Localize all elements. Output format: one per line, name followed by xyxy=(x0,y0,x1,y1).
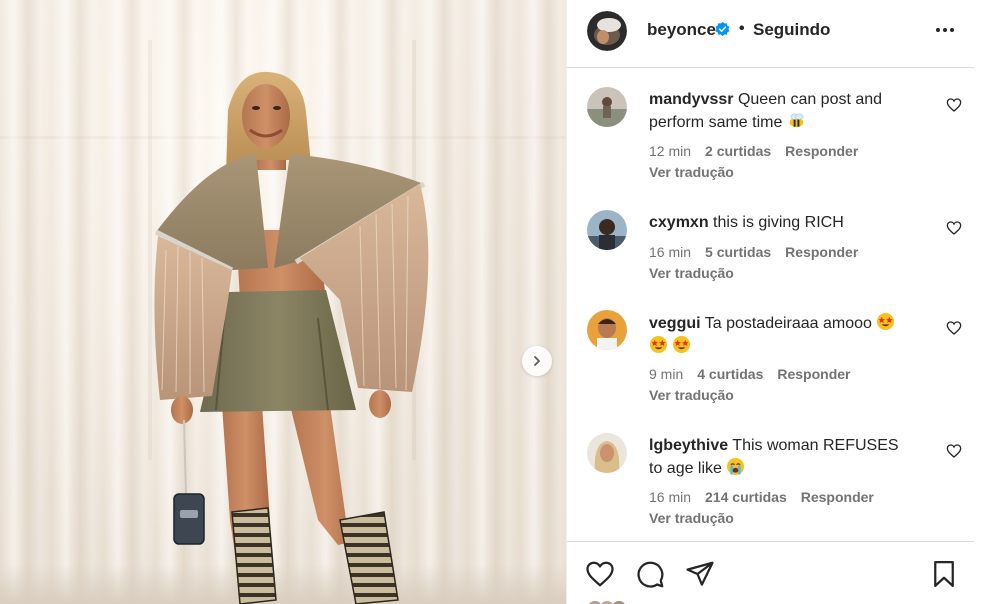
chevron-right-icon xyxy=(534,356,540,366)
bee-icon xyxy=(789,113,804,128)
commenter-avatar[interactable] xyxy=(587,210,627,250)
more-dot xyxy=(950,28,954,32)
comment-meta: 16 min 214 curtidas Responder xyxy=(649,489,874,505)
following-button[interactable]: Seguindo xyxy=(753,20,830,40)
post-photo[interactable] xyxy=(0,0,566,604)
heart-icon xyxy=(586,561,614,587)
author-username[interactable]: beyonce xyxy=(647,20,716,40)
comments-list[interactable]: mandyvssr Queen can post and perform sam… xyxy=(567,69,975,541)
page-margin xyxy=(974,0,984,604)
star-struck-icon xyxy=(649,335,668,354)
see-translation-link[interactable]: Ver tradução xyxy=(649,510,734,526)
comment-like-button[interactable] xyxy=(945,320,963,338)
heart-icon xyxy=(946,444,962,458)
comment-meta: 12 min 2 curtidas Responder xyxy=(649,143,858,159)
comment-body: Ta postadeiraaa amooo xyxy=(704,315,872,332)
comment-text: mandyvssr Queen can post and perform sam… xyxy=(649,89,913,134)
comment-likes[interactable]: 5 curtidas xyxy=(705,244,771,260)
heart-icon xyxy=(946,221,962,235)
like-button[interactable] xyxy=(585,559,615,589)
author-avatar[interactable] xyxy=(587,11,627,51)
comment-username[interactable]: cxymxn xyxy=(649,214,709,231)
commenter-avatar[interactable] xyxy=(587,87,627,127)
comment-like-button[interactable] xyxy=(945,97,963,115)
see-translation-link[interactable]: Ver tradução xyxy=(649,164,734,180)
reply-button[interactable]: Responder xyxy=(785,244,858,260)
comment-body: this is giving RICH xyxy=(713,214,844,231)
post-actions-bar xyxy=(567,541,975,604)
comment-meta: 16 min 5 curtidas Responder xyxy=(649,244,858,260)
comment-time: 9 min xyxy=(649,366,684,382)
reply-button[interactable]: Responder xyxy=(801,489,874,505)
liked-by-avatars xyxy=(589,601,625,604)
commenter-avatar-image xyxy=(587,433,627,473)
comment-likes[interactable]: 4 curtidas xyxy=(697,366,763,382)
comment-like-button[interactable] xyxy=(945,220,963,238)
comment-like-button[interactable] xyxy=(945,443,963,461)
comment-text: lgbeythive This woman REFUSES to age lik… xyxy=(649,435,913,480)
share-button[interactable] xyxy=(685,559,715,589)
author-avatar-image xyxy=(587,11,627,51)
save-button[interactable] xyxy=(929,559,959,589)
post-side-panel: beyonce • Seguindo mandyvssr Queen can p… xyxy=(566,0,975,604)
comment-username[interactable]: lgbeythive xyxy=(649,437,728,454)
comment-time: 16 min xyxy=(649,244,692,260)
heart-icon xyxy=(946,321,962,335)
star-struck-icon xyxy=(877,312,895,331)
commenter-avatar-image xyxy=(587,210,627,250)
comment-text: cxymxn this is giving RICH xyxy=(649,212,913,234)
comment-meta: 9 min 4 curtidas Responder xyxy=(649,366,851,382)
woman-figure xyxy=(154,71,429,604)
next-photo-button[interactable] xyxy=(522,346,552,376)
see-translation-link[interactable]: Ver tradução xyxy=(649,265,734,281)
reply-button[interactable]: Responder xyxy=(777,366,850,382)
comment-time: 16 min xyxy=(649,489,692,505)
send-icon xyxy=(686,561,714,586)
commenter-avatar-image xyxy=(587,310,627,350)
commenter-avatar[interactable] xyxy=(587,310,627,350)
comment-text: veggui Ta postadeiraaa amooo xyxy=(649,312,913,358)
more-dot xyxy=(943,28,947,32)
comment-username[interactable]: mandyvssr xyxy=(649,91,734,108)
comment-username[interactable]: veggui xyxy=(649,315,701,332)
separator-dot: • xyxy=(739,20,745,37)
commenter-avatar[interactable] xyxy=(587,433,627,473)
post-header: beyonce • Seguindo xyxy=(567,0,975,68)
bookmark-icon xyxy=(934,561,954,587)
comment-button[interactable] xyxy=(635,559,665,589)
comment-likes[interactable]: 2 curtidas xyxy=(705,143,771,159)
loudly-crying-face-icon xyxy=(727,457,745,476)
comment-time: 12 min xyxy=(649,143,692,159)
heart-icon xyxy=(946,98,962,112)
more-horizontal-icon xyxy=(936,28,940,32)
reply-button[interactable]: Responder xyxy=(785,143,858,159)
commenter-avatar-image xyxy=(587,87,627,127)
star-struck-icon xyxy=(673,335,691,354)
verified-badge-icon xyxy=(715,21,730,37)
see-translation-link[interactable]: Ver tradução xyxy=(649,387,734,403)
comment-likes[interactable]: 214 curtidas xyxy=(705,489,787,505)
more-options-button[interactable] xyxy=(933,20,957,40)
comment-icon xyxy=(637,561,664,588)
